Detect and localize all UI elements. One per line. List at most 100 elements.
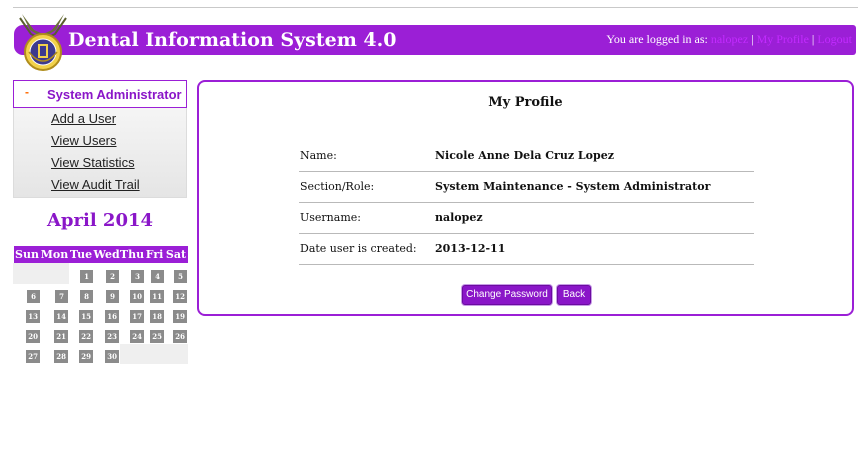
calendar-day[interactable]: 12 xyxy=(164,282,188,304)
calendar-day[interactable]: 14 xyxy=(40,302,69,324)
calendar-day[interactable]: 18 xyxy=(144,302,165,324)
calendar: Sun Mon Tue Wed Thu Fri Sat 1 2 3 4 5 6 7 8 9 10 1… xyxy=(13,246,188,364)
calendar-day[interactable]: 29 xyxy=(68,342,94,364)
calendar-day-number: 5 xyxy=(174,269,187,283)
calendar-empty-cell xyxy=(144,342,165,364)
calendar-day-number: 29 xyxy=(79,349,93,363)
calendar-day-number: 17 xyxy=(130,309,144,323)
field-value: Nicole Anne Dela Cruz Lopez xyxy=(435,149,614,162)
calendar-day-number: 3 xyxy=(131,269,144,283)
logout-link[interactable]: Logout xyxy=(817,32,852,46)
calendar-day[interactable]: 20 xyxy=(13,322,41,344)
calendar-day[interactable]: 28 xyxy=(40,342,69,364)
calendar-day[interactable]: 7 xyxy=(40,282,69,304)
calendar-day[interactable]: 15 xyxy=(68,302,94,324)
calendar-day[interactable]: 21 xyxy=(40,322,69,344)
back-button[interactable]: Back xyxy=(557,285,591,305)
calendar-week-row: 27 28 29 30 xyxy=(13,342,188,364)
calendar-week-row: 6 7 8 9 10 11 12 xyxy=(13,282,188,304)
calendar-day-number: 30 xyxy=(105,349,119,363)
calendar-day-number: 16 xyxy=(105,309,119,323)
calendar-day[interactable]: 22 xyxy=(68,322,94,344)
weekday-wed: Wed xyxy=(93,246,120,263)
my-profile-link[interactable]: My Profile xyxy=(757,32,809,46)
calendar-day-number: 13 xyxy=(26,309,40,323)
sidebar-item-view-statistics[interactable]: View Statistics xyxy=(14,152,186,174)
calendar-day-number: 15 xyxy=(79,309,93,323)
calendar-weekday-row: Sun Mon Tue Wed Thu Fri Sat xyxy=(13,246,188,263)
field-value: System Maintenance - System Administrato… xyxy=(435,180,711,193)
weekday-fri: Fri xyxy=(144,246,165,263)
calendar-day[interactable]: 16 xyxy=(93,302,120,324)
calendar-day-number: 11 xyxy=(150,289,164,303)
calendar-day[interactable]: 30 xyxy=(93,342,120,364)
calendar-day[interactable]: 17 xyxy=(119,302,145,324)
sidebar-menu: Add a User View Users View Statistics Vi… xyxy=(13,108,187,198)
logged-in-label: You are logged in as: xyxy=(606,32,708,46)
calendar-day[interactable]: 24 xyxy=(119,322,145,344)
panel-title: My Profile xyxy=(488,95,563,110)
calendar-empty-cell xyxy=(40,262,69,284)
calendar-days: 1 2 3 4 5 6 7 8 9 10 11 12 13 14 15 16 17 18 19 20 21 22 23 24 2… xyxy=(13,262,188,364)
sidebar-item-add-user[interactable]: Add a User xyxy=(14,108,186,130)
sidebar-item-view-audit-trail[interactable]: View Audit Trail xyxy=(14,174,186,196)
profile-row-name: Name: Nicole Anne Dela Cruz Lopez xyxy=(299,141,754,172)
calendar-day[interactable]: 23 xyxy=(93,322,120,344)
calendar-day-number: 10 xyxy=(130,289,144,303)
calendar-day[interactable]: 10 xyxy=(119,282,145,304)
login-status: You are logged in as: nalopez | My Profile… xyxy=(606,31,852,47)
calendar-week-row: 13 14 15 16 17 18 19 xyxy=(13,302,188,324)
field-value: nalopez xyxy=(435,211,483,224)
school-seal-icon xyxy=(19,14,67,71)
change-password-button[interactable]: Change Password xyxy=(462,285,552,305)
sidebar: - System Administrator Add a User View U… xyxy=(13,80,188,364)
calendar-day[interactable]: 5 xyxy=(164,262,188,284)
calendar-day[interactable]: 4 xyxy=(144,262,165,284)
weekday-sun: Sun xyxy=(13,246,41,263)
calendar-day-number: 25 xyxy=(150,329,164,343)
calendar-day-number: 18 xyxy=(150,309,164,323)
calendar-title: April 2014 xyxy=(46,210,154,231)
field-label: Date user is created: xyxy=(300,242,417,255)
field-label: Name: xyxy=(300,149,337,162)
calendar-day[interactable]: 9 xyxy=(93,282,120,304)
calendar-day[interactable]: 2 xyxy=(93,262,120,284)
profile-row-username: Username: nalopez xyxy=(299,203,754,234)
calendar-day[interactable]: 27 xyxy=(13,342,41,364)
calendar-day-number: 1 xyxy=(80,269,93,283)
field-label: Section/Role: xyxy=(300,180,375,193)
calendar-empty-cell xyxy=(164,342,188,364)
sidebar-group-label: System Administrator xyxy=(47,87,182,102)
calendar-day-number: 24 xyxy=(130,329,144,343)
sidebar-item-view-users[interactable]: View Users xyxy=(14,130,186,152)
username-link[interactable]: nalopez xyxy=(711,32,748,46)
calendar-day[interactable]: 25 xyxy=(144,322,165,344)
field-value: 2013-12-11 xyxy=(435,242,506,255)
calendar-day[interactable]: 6 xyxy=(13,282,41,304)
calendar-day-number: 14 xyxy=(54,309,68,323)
calendar-day[interactable]: 11 xyxy=(144,282,165,304)
calendar-day-number: 9 xyxy=(106,289,119,303)
calendar-day[interactable]: 13 xyxy=(13,302,41,324)
profile-row-section-role: Section/Role: System Maintenance - Syste… xyxy=(299,172,754,203)
calendar-day-number: 19 xyxy=(173,309,187,323)
top-divider xyxy=(13,7,858,8)
calendar-week-row: 12345 xyxy=(13,262,188,284)
calendar-day-number: 23 xyxy=(105,329,119,343)
calendar-day-number: 27 xyxy=(26,349,40,363)
calendar-day-number: 22 xyxy=(79,329,93,343)
calendar-day[interactable]: 3 xyxy=(119,262,145,284)
calendar-day-number: 6 xyxy=(27,289,40,303)
weekday-thu: Thu xyxy=(119,246,145,263)
calendar-day-number: 8 xyxy=(80,289,93,303)
calendar-day[interactable]: 1 xyxy=(68,262,94,284)
calendar-day[interactable]: 19 xyxy=(164,302,188,324)
app-title: Dental Information System 4.0 xyxy=(68,29,397,51)
sidebar-group-system-administrator[interactable]: - System Administrator xyxy=(13,80,187,108)
profile-row-date-created: Date user is created: 2013-12-11 xyxy=(299,234,754,265)
calendar-day-number: 2 xyxy=(106,269,119,283)
calendar-day[interactable]: 26 xyxy=(164,322,188,344)
calendar-day[interactable]: 8 xyxy=(68,282,94,304)
profile-panel: My Profile Name: Nicole Anne Dela Cruz L… xyxy=(197,80,854,316)
calendar-empty-cell xyxy=(119,342,145,364)
